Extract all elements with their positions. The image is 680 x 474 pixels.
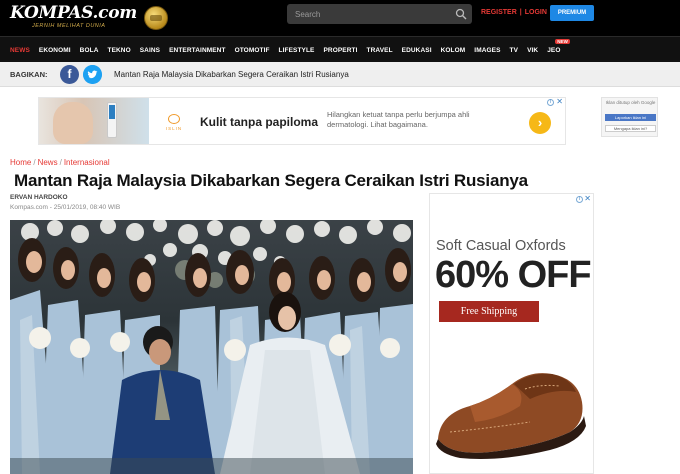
nav-item-ekonomi[interactable]: EKONOMI <box>39 47 71 54</box>
wedding-photo-illustration <box>10 220 413 474</box>
share-bar: BAGIKAN: f Mantan Raja Malaysia Dikabark… <box>0 62 680 87</box>
ad-description: Hilangkan ketuat tanpa perlu berjumpa ah… <box>327 110 470 129</box>
top-banner-ad[interactable]: ISLIN Kulit tanpa papiloma Hilangkan ket… <box>38 97 566 145</box>
article-title: Mantan Raja Malaysia Dikabarkan Segera C… <box>14 171 528 190</box>
article-author[interactable]: ERVAN HARDOKO <box>10 194 68 201</box>
ad-product-image <box>39 98 149 144</box>
search-icon[interactable] <box>455 8 467 20</box>
search-input[interactable] <box>287 4 452 24</box>
new-badge: NEW <box>555 38 571 44</box>
nav-item-jeo-label: JEO <box>547 46 561 54</box>
breadcrumb-news[interactable]: News <box>38 158 58 167</box>
shoe-ad-discount: 60% OFF <box>435 254 592 296</box>
ad-model-face <box>53 102 93 144</box>
article-dateline: Kompas.com - 25/01/2019, 08:40 WIB <box>10 204 121 211</box>
article-photo[interactable] <box>10 220 413 474</box>
nav-item-images[interactable]: IMAGES <box>474 47 500 54</box>
auth-links: REGISTER | LOGIN <box>481 9 547 16</box>
share-label: BAGIKAN: <box>10 70 48 79</box>
ad-closed-text: Iklan ditutup oleh Google <box>605 100 656 105</box>
nav-item-entertainment[interactable]: ENTERTAINMENT <box>169 47 225 54</box>
register-link[interactable]: REGISTER <box>481 9 517 16</box>
why-this-ad-button[interactable]: Mengapa iklan ini? <box>605 125 656 132</box>
nav-item-jeo[interactable]: JEO NEW <box>547 38 571 54</box>
ad-product-tube <box>107 102 117 138</box>
award-badge-icon <box>144 6 168 30</box>
breadcrumb-home[interactable]: Home <box>10 158 31 167</box>
nav-item-vik[interactable]: VIK <box>527 47 538 54</box>
ad-close-icon[interactable]: ✕ <box>556 98 563 106</box>
search-box <box>287 4 472 24</box>
ad-brand: ISLIN <box>157 114 191 134</box>
breadcrumb-sep: / <box>59 158 62 167</box>
nav-item-news[interactable]: NEWS <box>10 47 30 54</box>
ad-info-icon[interactable]: i <box>547 99 554 106</box>
nav-item-otomotif[interactable]: OTOMOTIF <box>235 47 270 54</box>
ad-info-icon[interactable]: i <box>576 196 583 203</box>
twitter-share-icon[interactable] <box>83 65 102 84</box>
facebook-share-icon[interactable]: f <box>60 65 79 84</box>
nav-item-bola[interactable]: BOLA <box>80 47 99 54</box>
shoe-image <box>436 373 586 459</box>
nav-item-properti[interactable]: PROPERTI <box>323 47 357 54</box>
ad-brand-name: ISLIN <box>165 126 183 131</box>
ad-arrow-button[interactable]: › <box>529 112 551 134</box>
logo-tagline: JERNIH MELIHAT DUNIA <box>32 23 106 29</box>
kompas-logo[interactable]: KOMPAS.com JERNIH MELIHAT DUNIA <box>10 3 168 33</box>
breadcrumb: Home / News / Internasional <box>10 158 110 167</box>
breadcrumb-internasional[interactable]: Internasional <box>64 158 110 167</box>
shoe-ad[interactable]: i ✕ Soft Casual Oxfords 60% OFF Free Shi… <box>429 193 594 474</box>
logo-text: KOMPAS.com <box>10 3 137 23</box>
nav-item-travel[interactable]: TRAVEL <box>367 47 393 54</box>
closed-ad-panel: Iklan ditutup oleh Google Laporkan iklan… <box>601 97 658 137</box>
main-nav: NEWS EKONOMI BOLA TEKNO SAINS ENTERTAINM… <box>0 36 680 62</box>
nav-item-tekno[interactable]: TEKNO <box>108 47 131 54</box>
nav-item-lifestyle[interactable]: LIFESTYLE <box>279 47 315 54</box>
breadcrumb-sep: / <box>33 158 36 167</box>
nav-item-kolom[interactable]: KOLOM <box>441 47 466 54</box>
ad-close-icon[interactable]: ✕ <box>584 195 591 203</box>
nav-item-tv[interactable]: TV <box>510 47 519 54</box>
top-header: KOMPAS.com JERNIH MELIHAT DUNIA REGISTER… <box>0 0 680 36</box>
share-article-title: Mantan Raja Malaysia Dikabarkan Segera C… <box>114 70 349 79</box>
login-link[interactable]: LOGIN <box>525 9 547 16</box>
shoe-ad-shipping-badge: Free Shipping <box>439 301 539 322</box>
auth-separator: | <box>519 9 522 16</box>
nav-item-edukasi[interactable]: EDUKASI <box>402 47 432 54</box>
nav-item-sains[interactable]: SAINS <box>140 47 160 54</box>
nav-items: NEWS EKONOMI BOLA TEKNO SAINS ENTERTAINM… <box>10 37 571 63</box>
flower-logo-icon <box>168 114 180 124</box>
report-ad-button[interactable]: Laporkan iklan ini <box>605 114 656 121</box>
premium-button[interactable]: PREMIUM <box>550 5 594 21</box>
shoe-ad-headline: Soft Casual Oxfords <box>436 238 566 254</box>
ad-title[interactable]: Kulit tanpa papiloma <box>200 115 318 129</box>
